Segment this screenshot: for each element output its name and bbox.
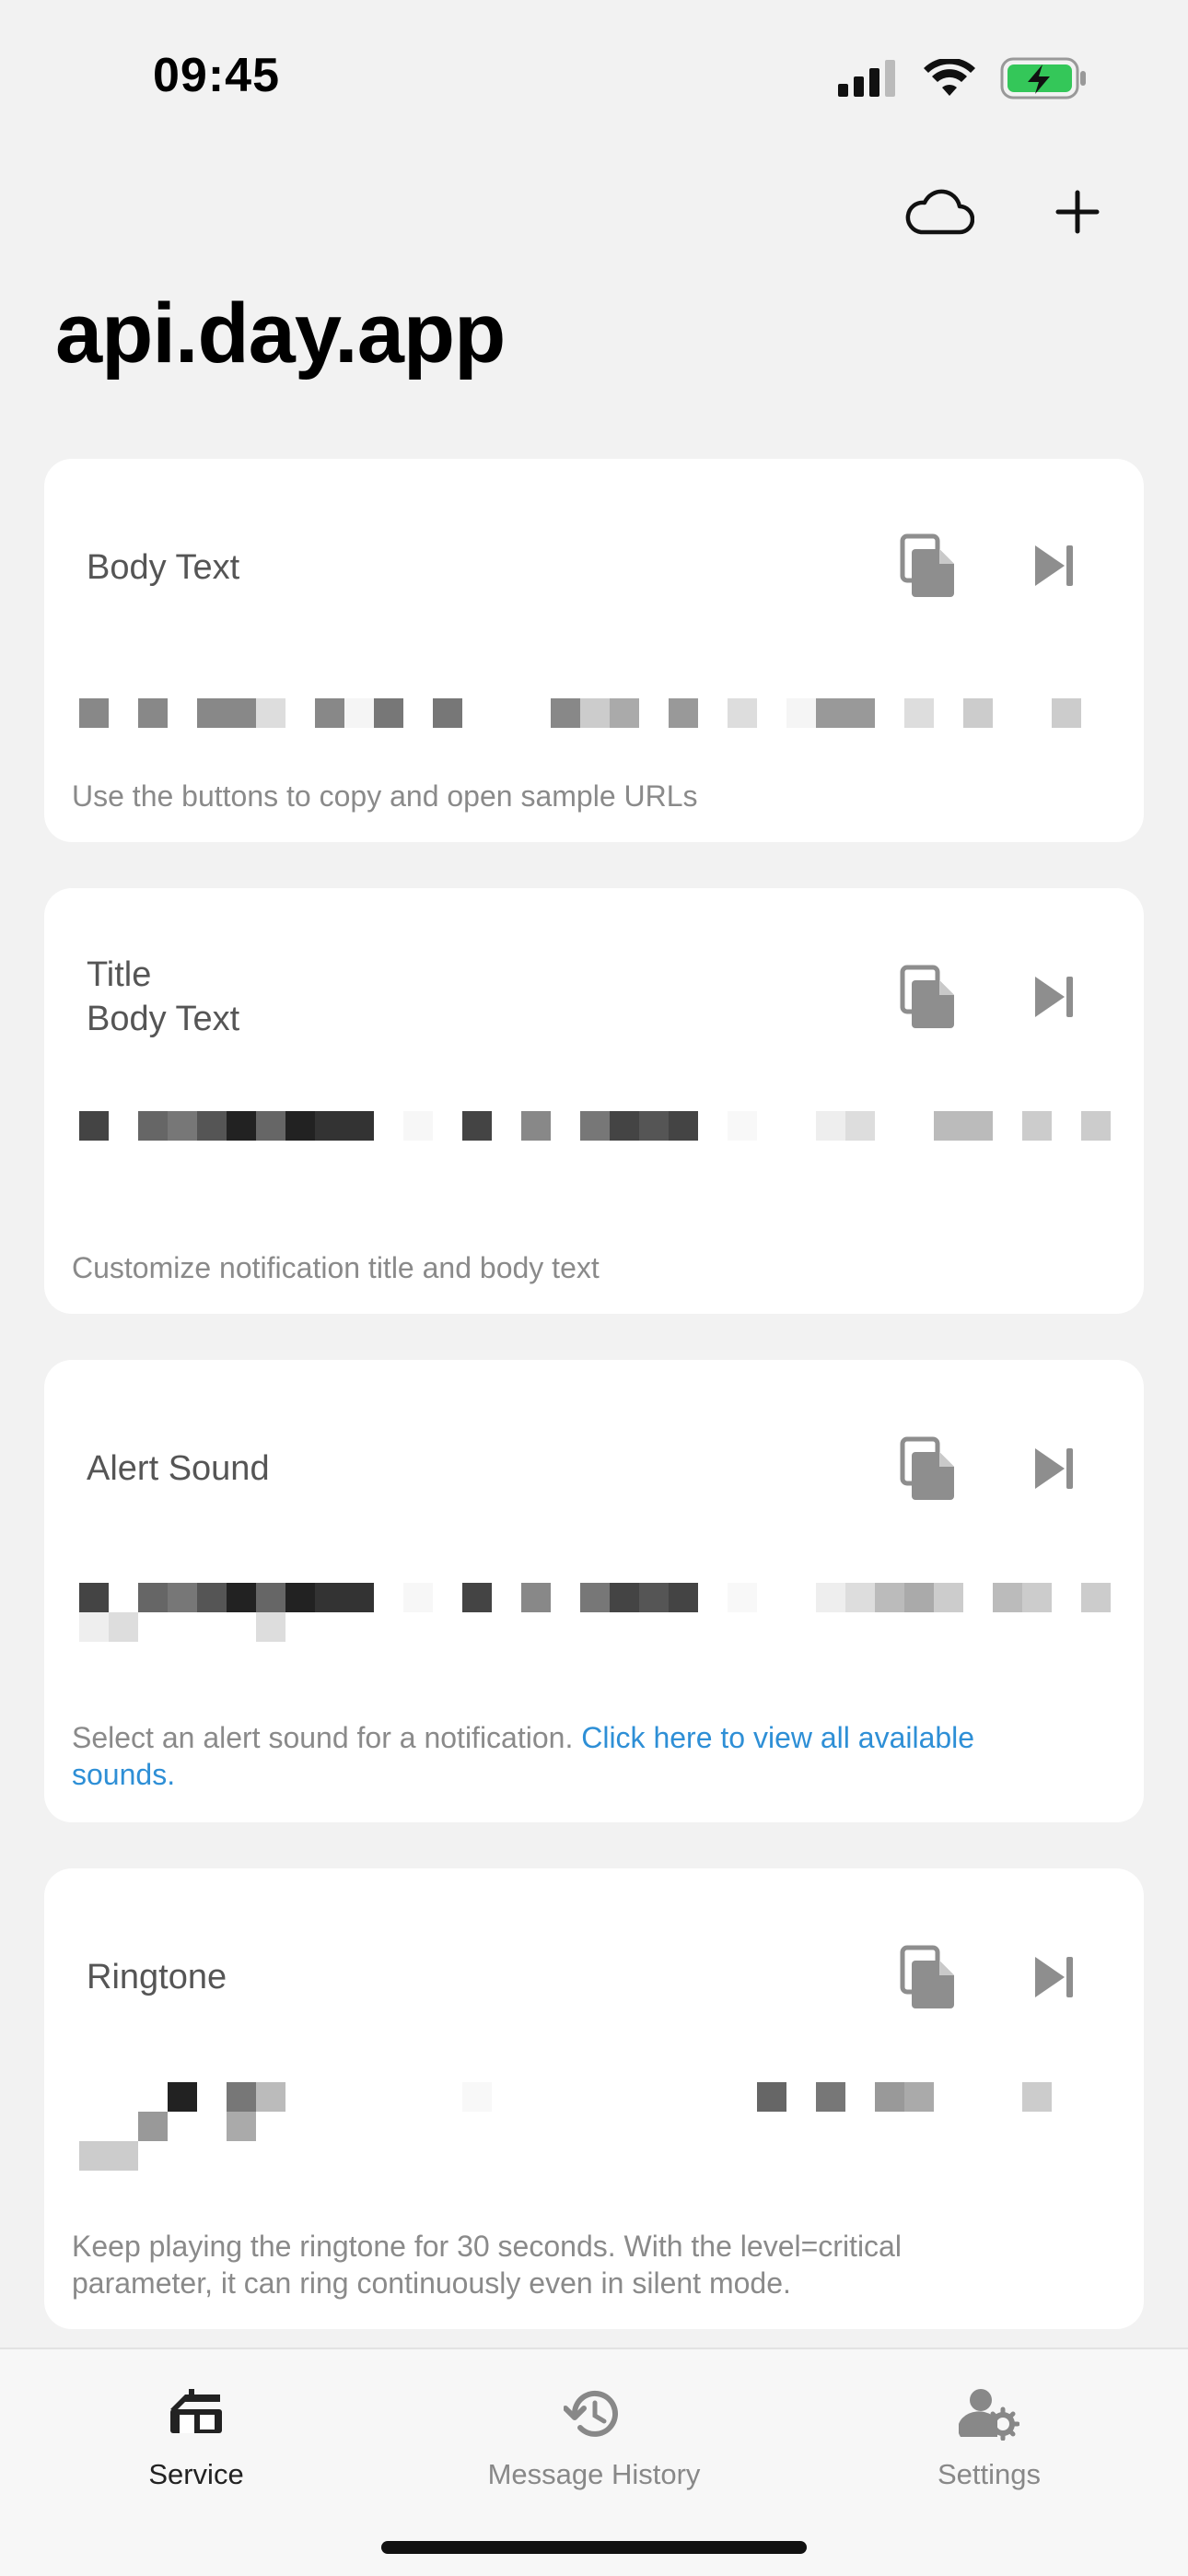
wifi-icon [923, 57, 976, 102]
tab-label: Settings [937, 2458, 1041, 2490]
redacted-url [79, 1111, 1111, 1141]
status-time: 09:45 [153, 49, 280, 102]
cloud-icon[interactable] [903, 175, 976, 249]
service-icon [30, 2377, 362, 2451]
card-title: Body Text [87, 548, 240, 587]
redacted-url [79, 2082, 1111, 2171]
tab-label: Service [148, 2458, 244, 2490]
card-description: Customize notification title and body te… [72, 1251, 600, 1284]
card-body-text: Body Text Use the buttons to copy and op… [44, 459, 1144, 842]
user-gear-icon [823, 2377, 1155, 2451]
tab-label: Message History [487, 2458, 701, 2490]
copy-icon[interactable] [895, 964, 961, 1030]
card-actions [895, 533, 1087, 599]
card-actions [895, 964, 1087, 1030]
play-next-icon[interactable] [1020, 964, 1087, 1030]
top-actions [903, 175, 1114, 249]
card-description: Use the buttons to copy and open sample … [72, 779, 698, 813]
card-description: Keep playing the ringtone for 30 seconds… [72, 2230, 902, 2300]
history-icon [428, 2377, 760, 2451]
copy-icon[interactable] [895, 1944, 961, 2010]
card-actions [895, 1944, 1087, 2010]
card-title-body: Title Body Text Customize notification t… [44, 888, 1144, 1314]
copy-icon[interactable] [895, 533, 961, 599]
tab-message-history[interactable]: Message History [428, 2377, 760, 2491]
card-description-text: Select an alert sound for a notification… [72, 1721, 582, 1754]
status-bar: 09:45 [0, 0, 1188, 147]
plus-icon[interactable] [1041, 175, 1114, 249]
card-ringtone: Ringtone Keep playing the ringtone for 3… [44, 1868, 1144, 2329]
copy-icon[interactable] [895, 1435, 961, 1502]
tab-settings[interactable]: Settings [823, 2377, 1155, 2491]
card-description: Select an alert sound for a notification… [72, 1719, 996, 1793]
status-icons [838, 57, 1087, 104]
card-alert-sound: Alert Sound Select an alert sound for a … [44, 1360, 1144, 1822]
card-actions [895, 1435, 1087, 1502]
redacted-url [79, 698, 1111, 728]
page-title: api.day.app [55, 287, 506, 381]
card-title: Title Body Text [87, 955, 240, 1038]
card-title: Ringtone [87, 1958, 227, 1996]
tab-service[interactable]: Service [30, 2377, 362, 2491]
play-next-icon[interactable] [1020, 1944, 1087, 2010]
cellular-signal-icon [838, 60, 899, 101]
home-indicator [381, 2541, 807, 2554]
redacted-url [79, 1583, 1111, 1642]
card-title: Alert Sound [87, 1449, 270, 1488]
play-next-icon[interactable] [1020, 533, 1087, 599]
battery-charging-icon [1000, 57, 1087, 104]
play-next-icon[interactable] [1020, 1435, 1087, 1502]
